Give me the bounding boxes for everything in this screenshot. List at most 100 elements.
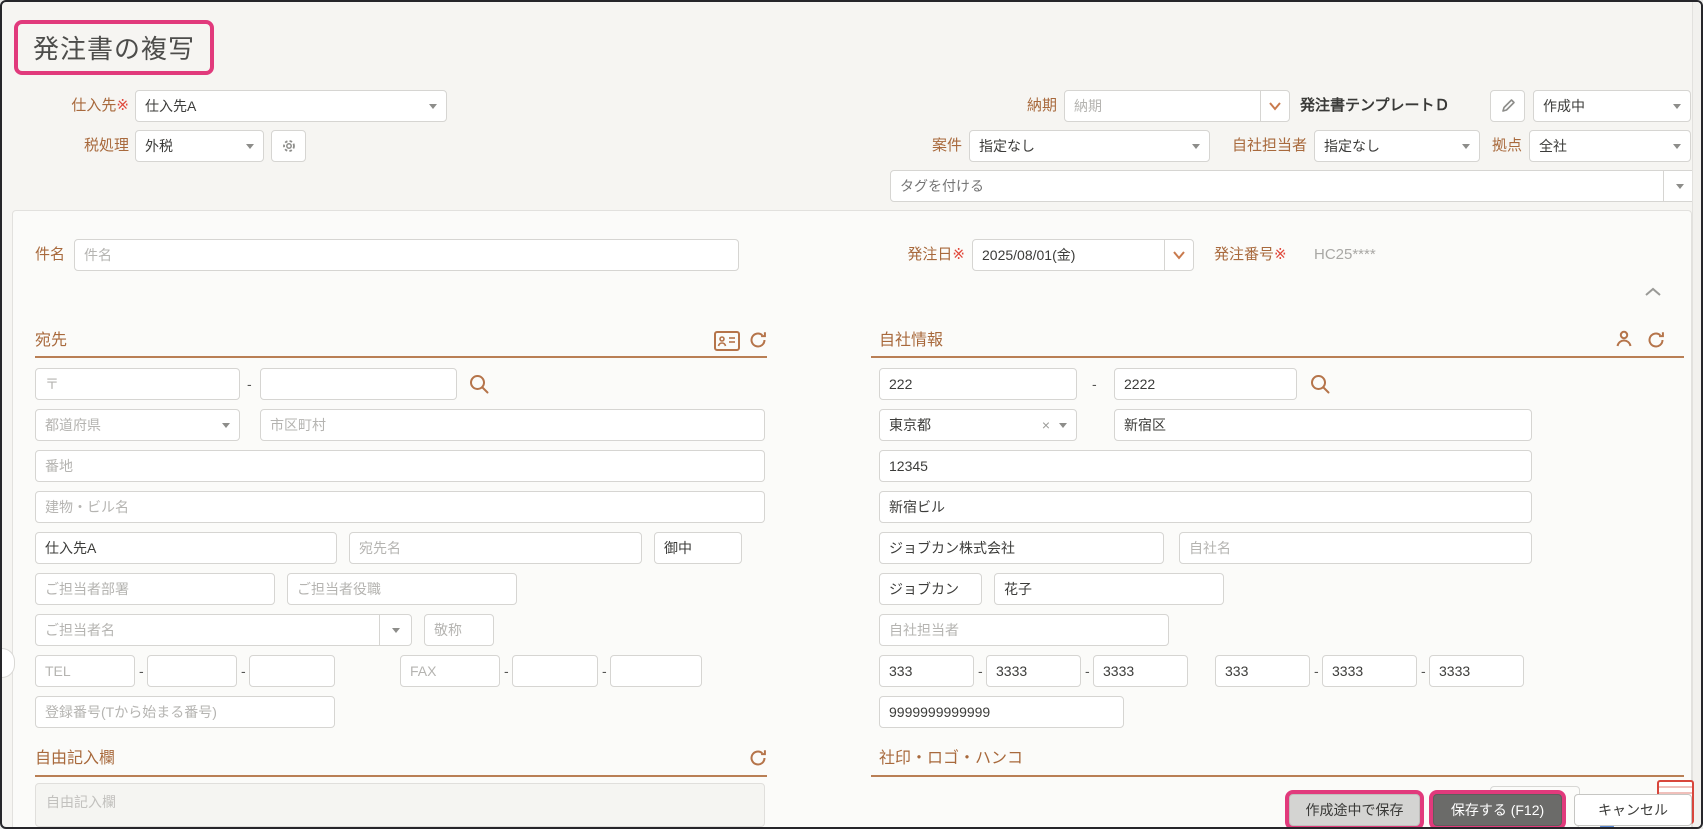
- stamp-section-divider: [871, 775, 1684, 777]
- recipient-company-input[interactable]: [35, 532, 337, 564]
- company-registration-number-input[interactable]: [879, 696, 1124, 728]
- save-button[interactable]: 保存する (F12): [1433, 794, 1562, 826]
- supplier-label: 仕入先※: [32, 90, 129, 122]
- recipient-registration-number-input[interactable]: [35, 696, 335, 728]
- tax-select-value: 外税: [145, 138, 173, 154]
- required-mark: ※: [116, 97, 129, 114]
- company-person-first-input[interactable]: [994, 573, 1224, 605]
- clear-icon[interactable]: ×: [1042, 410, 1050, 440]
- company-section-title: 自社情報: [879, 330, 943, 352]
- search-icon: [470, 375, 489, 394]
- separator: -: [139, 663, 144, 679]
- company-postal1-input[interactable]: [879, 368, 1077, 400]
- template-edit-button[interactable]: [1490, 90, 1525, 122]
- recipient-tel2-input[interactable]: [147, 655, 237, 687]
- company-person-last-input[interactable]: [879, 573, 982, 605]
- tag-field[interactable]: [890, 170, 1696, 202]
- company-rep-select[interactable]: 指定なし: [1314, 130, 1480, 162]
- free-entry-section-divider: [35, 775, 767, 777]
- separator: -: [978, 663, 983, 679]
- recipient-department-input[interactable]: [35, 573, 275, 605]
- recipient-postal1-input[interactable]: [35, 368, 240, 400]
- recipient-role-input[interactable]: [287, 573, 517, 605]
- company-reset-button[interactable]: [1646, 330, 1666, 350]
- recipient-name-input[interactable]: [349, 532, 642, 564]
- order-date-input[interactable]: [972, 239, 1165, 271]
- chevron-down-icon: [1192, 144, 1200, 149]
- recipient-postal-search-button[interactable]: [468, 373, 490, 395]
- chevron-down-icon: [246, 144, 254, 149]
- company-fax1-input[interactable]: [1215, 655, 1310, 687]
- company-title-text: 自社情報: [879, 332, 944, 349]
- company-fax2-input[interactable]: [1322, 655, 1417, 687]
- recipient-prefecture-select[interactable]: 都道府県: [35, 409, 240, 441]
- subject-input[interactable]: [74, 239, 739, 271]
- company-rep-input[interactable]: [879, 614, 1169, 646]
- company-tel2-input[interactable]: [986, 655, 1081, 687]
- project-select[interactable]: 指定なし: [969, 130, 1210, 162]
- company-name1-input[interactable]: [879, 532, 1164, 564]
- company-prefecture-select[interactable]: 東京都 ×: [879, 409, 1077, 441]
- chevron-down-icon: [1173, 251, 1185, 260]
- order-number-label: 発注番号※: [1214, 239, 1309, 271]
- cancel-button[interactable]: キャンセル: [1574, 794, 1692, 826]
- tax-settings-button[interactable]: [271, 130, 306, 162]
- company-building-input[interactable]: [879, 491, 1532, 523]
- recipient-reset-button[interactable]: [748, 330, 768, 350]
- company-user-button[interactable]: [1614, 329, 1634, 349]
- project-label: 案件: [895, 130, 962, 162]
- status-select[interactable]: 作成中: [1533, 90, 1691, 122]
- order-date-picker-button[interactable]: [1164, 239, 1194, 271]
- recipient-tel1-input[interactable]: [35, 655, 135, 687]
- tag-dropdown-button[interactable]: [1663, 171, 1695, 201]
- company-city-input[interactable]: [1114, 409, 1532, 441]
- company-tel3-input[interactable]: [1093, 655, 1188, 687]
- order-number-label-text: 発注番号: [1214, 246, 1275, 263]
- company-prefecture-value: 東京都: [889, 417, 931, 433]
- subject-label: 件名: [35, 239, 75, 271]
- delivery-date-picker-button[interactable]: [1260, 90, 1290, 122]
- recipient-city-input[interactable]: [260, 409, 765, 441]
- collapse-section-button[interactable]: [1644, 286, 1662, 298]
- company-rep-label: 自社担当者: [1212, 130, 1307, 162]
- recipient-fax3-input[interactable]: [610, 655, 702, 687]
- tax-select[interactable]: 外税: [135, 130, 264, 162]
- recipient-fax1-input[interactable]: [400, 655, 500, 687]
- address-card-icon: [714, 331, 740, 351]
- address-book-button[interactable]: [714, 331, 740, 351]
- recipient-person-dropdown-button[interactable]: [379, 615, 411, 645]
- recipient-honorific2-input[interactable]: [424, 614, 494, 646]
- recipient-honorific-input[interactable]: [654, 532, 742, 564]
- company-name2-input[interactable]: [1179, 532, 1532, 564]
- free-entry-reset-button[interactable]: [748, 748, 768, 768]
- company-fax3-input[interactable]: [1429, 655, 1524, 687]
- save-draft-button[interactable]: 作成途中で保存: [1289, 794, 1420, 826]
- recipient-tel3-input[interactable]: [249, 655, 335, 687]
- pencil-icon: [1501, 99, 1515, 112]
- recipient-person-combo[interactable]: ご担当者名: [35, 614, 412, 646]
- gear-icon: [282, 140, 295, 152]
- order-date-label-text: 発注日: [907, 246, 953, 263]
- branch-select[interactable]: 全社: [1529, 130, 1691, 162]
- supplier-select[interactable]: 仕入先A: [135, 90, 447, 122]
- delivery-date-input[interactable]: [1064, 90, 1261, 122]
- free-entry-textarea[interactable]: [35, 783, 765, 827]
- free-entry-section-title: 自由記入欄: [35, 748, 115, 770]
- separator: -: [1092, 376, 1097, 392]
- template-name-text: 発注書テンプレートＤ: [1300, 97, 1450, 114]
- recipient-fax2-input[interactable]: [512, 655, 598, 687]
- company-postal2-input[interactable]: [1114, 368, 1297, 400]
- recipient-street-input[interactable]: [35, 450, 765, 482]
- tag-input[interactable]: [891, 171, 1663, 201]
- company-postal-search-button[interactable]: [1309, 373, 1331, 395]
- delivery-label-text: 納期: [1026, 97, 1057, 114]
- recipient-building-input[interactable]: [35, 491, 765, 523]
- scrollbar-track[interactable]: [1692, 2, 1701, 827]
- company-street-input[interactable]: [879, 450, 1532, 482]
- company-rep-label-text: 自社担当者: [1231, 137, 1307, 154]
- recipient-postal2-input[interactable]: [260, 368, 457, 400]
- page-title: 発注書の複写: [14, 20, 215, 75]
- chevron-down-icon: [1673, 144, 1681, 149]
- company-tel1-input[interactable]: [879, 655, 974, 687]
- company-rep-select-value: 指定なし: [1324, 138, 1380, 154]
